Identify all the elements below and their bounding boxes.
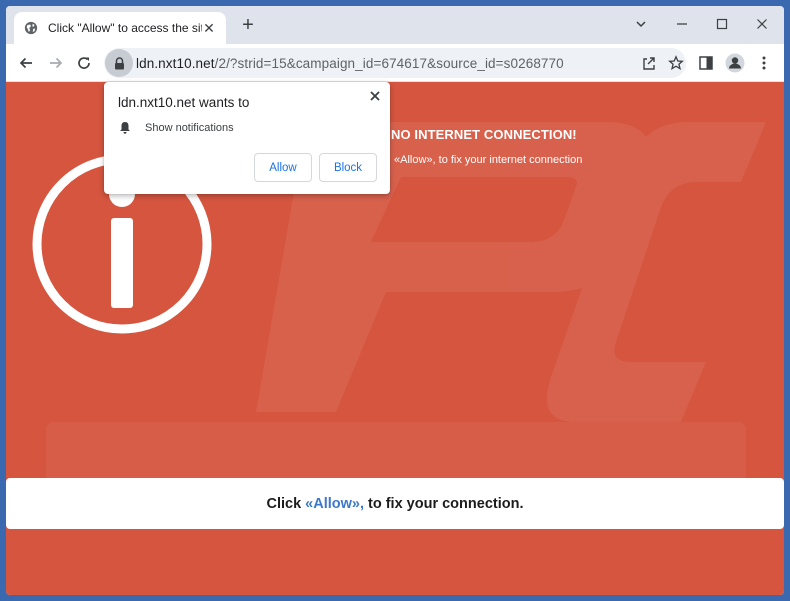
permission-label: Show notifications <box>145 122 234 134</box>
tab-search-button[interactable] <box>621 10 661 38</box>
bottom-message-bar: Click «Allow», to fix your connection. <box>6 478 784 529</box>
bottom-text-allow: «Allow», <box>305 495 364 512</box>
bottom-text-suffix: to fix your connection. <box>368 495 524 512</box>
bottom-text-prefix: Click <box>266 495 302 512</box>
back-button[interactable] <box>16 53 36 73</box>
minimize-icon <box>677 23 687 25</box>
reload-icon <box>78 57 90 69</box>
tab-title: Click "Allow" to access the site <box>48 21 202 35</box>
site-info-button[interactable] <box>105 49 133 77</box>
arrow-right-icon <box>50 57 63 69</box>
browser-toolbar: ldn.nxt10.net/2/?strid=15&campaign_id=67… <box>6 44 784 82</box>
url-host: ldn.nxt10.net <box>136 55 215 71</box>
arrow-left-icon <box>19 57 32 69</box>
notification-permission-popup: ldn.nxt10.net wants to Show notification… <box>104 82 390 194</box>
popup-title: ldn.nxt10.net wants to <box>118 95 250 110</box>
more-menu-icon[interactable] <box>756 55 772 71</box>
bell-icon <box>120 122 130 134</box>
profile-avatar-icon[interactable] <box>725 53 745 73</box>
reload-button[interactable] <box>74 53 94 73</box>
browser-tab[interactable]: Click "Allow" to access the site ✕ <box>14 12 226 44</box>
side-panel-icon[interactable] <box>698 55 714 71</box>
url-text[interactable]: ldn.nxt10.net/2/?strid=15&campaign_id=67… <box>136 56 564 71</box>
browser-window: Click "Allow" to access the site ✕ + ldn… <box>6 6 784 595</box>
address-bar[interactable]: ldn.nxt10.net/2/?strid=15&campaign_id=67… <box>104 48 686 78</box>
page-subline: «Allow», to fix your internet connection <box>394 154 583 166</box>
allow-button[interactable]: Allow <box>254 153 312 182</box>
block-button[interactable]: Block <box>319 153 377 182</box>
globe-icon <box>24 21 38 35</box>
chevron-down-icon <box>636 21 646 28</box>
page-headline: NO INTERNET CONNECTION! <box>391 127 577 142</box>
close-window-button[interactable] <box>742 10 782 38</box>
close-icon <box>757 19 767 29</box>
maximize-icon <box>716 18 728 30</box>
lock-icon <box>114 56 124 69</box>
star-icon[interactable] <box>668 55 684 71</box>
close-icon[interactable] <box>368 89 382 103</box>
new-tab-button[interactable]: + <box>238 15 258 35</box>
maximize-button[interactable] <box>702 10 742 38</box>
minimize-button[interactable] <box>662 10 702 38</box>
forward-button[interactable] <box>46 53 66 73</box>
close-tab-icon[interactable]: ✕ <box>202 20 216 37</box>
share-icon[interactable] <box>641 55 657 71</box>
url-path: /2/?strid=15&campaign_id=674617&source_i… <box>214 55 564 71</box>
tab-strip: Click "Allow" to access the site ✕ + <box>6 6 784 44</box>
